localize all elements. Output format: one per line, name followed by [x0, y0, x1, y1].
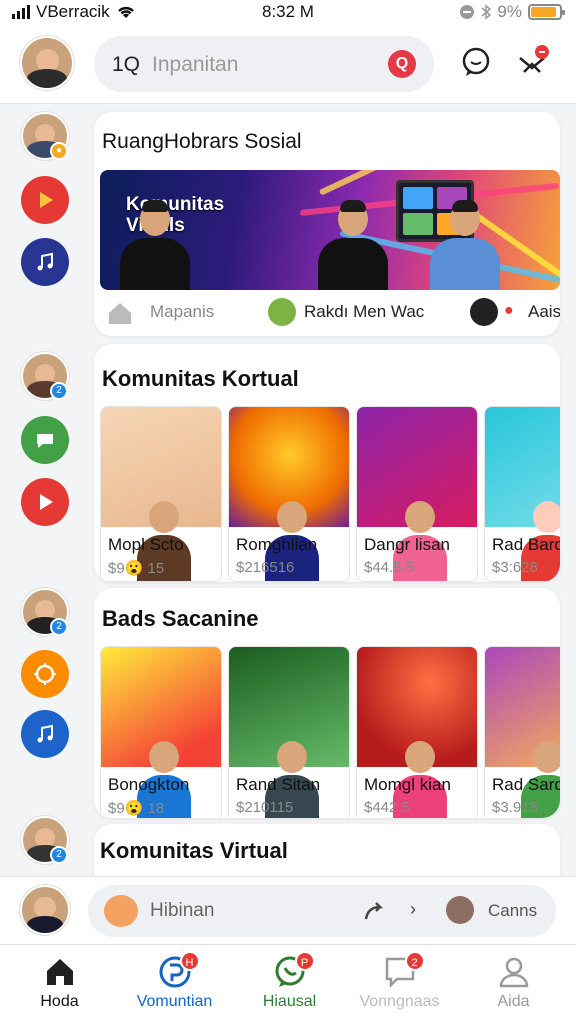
tab-profile[interactable]: Aida	[456, 945, 571, 1024]
bluetooth-icon	[481, 4, 492, 20]
tile-item[interactable]: Romghlian $216516	[228, 406, 350, 582]
tile-item[interactable]: Dangr lisan $44.5.5	[356, 406, 478, 582]
tag-icon: ●	[504, 302, 514, 319]
tab-messages[interactable]: 2 Vonngnaas	[342, 945, 457, 1024]
now-playing-pill[interactable]: Hibinan › Canns	[88, 885, 556, 937]
section-title: RuangHobrars Sosial	[102, 130, 302, 153]
chat-bubble-icon[interactable]	[458, 44, 494, 80]
music-icon[interactable]	[21, 710, 69, 758]
tab-label: Hoda	[40, 993, 79, 1010]
rail-badge-4: 2	[50, 846, 68, 864]
status-bar: VBerracik 8:32 M 9%	[0, 0, 576, 26]
mascot-icon	[104, 895, 138, 927]
community-banner[interactable]: Komunitas Virtuls	[100, 170, 560, 290]
tile-name: Mopl Scto	[108, 535, 184, 554]
section-title: Komunitas Virtual	[100, 838, 288, 863]
bottom-tab-bar: Hoda H Vomuntian P Hiausal 2 Vonngnaas A…	[0, 944, 576, 1024]
tab-chat[interactable]: P Hiausal	[232, 945, 347, 1024]
tab-label: Vonngnaas	[359, 993, 440, 1010]
tile-price: $9😮 15	[108, 560, 165, 577]
video-play-icon[interactable]	[21, 176, 69, 224]
search-input[interactable]: Inpanitan	[152, 53, 238, 77]
rail-badge-1: ●	[50, 142, 68, 160]
mini-bar-avatar[interactable]	[20, 885, 70, 935]
tile-name: Bonogkton	[108, 775, 190, 794]
tile-name: Momgl kian	[364, 775, 451, 794]
tag-label[interactable]: Mapanis	[150, 302, 214, 322]
tile-price: $210115	[236, 799, 294, 816]
section-title: Bads Sacanine	[102, 606, 259, 631]
battery-percent: 9%	[497, 2, 522, 21]
section-title: Komunitas Kortual	[102, 366, 299, 391]
tag-avatar	[268, 298, 296, 326]
tile-row: Bonogkton $9😮 18 Rand Sitan $210115 Momg…	[100, 646, 560, 818]
tile-price: $9😮 18	[108, 800, 165, 817]
section-card-virtual: Komunitas Virtual	[94, 824, 560, 884]
section-card-social: RuangHobrars Sosial Komunitas Virtuls Ma…	[94, 112, 560, 336]
music-note-icon[interactable]	[21, 238, 69, 286]
tab-home[interactable]: Hoda	[2, 945, 117, 1024]
tile-name: Rand Sitan	[236, 775, 321, 794]
tile-item[interactable]: Rand Sitan $210115	[228, 646, 350, 818]
tab-badge: 2	[404, 951, 425, 971]
now-playing-secondary: Canns	[488, 901, 538, 920]
now-playing-label: Hibinan	[150, 900, 215, 921]
tab-badge: P	[294, 951, 315, 971]
tile-name: Rad Sard	[492, 775, 560, 794]
search-bar[interactable]: 1Q Inpanitan Q	[94, 36, 434, 92]
tab-label: Aida	[497, 993, 530, 1010]
rail-badge-2: 2	[50, 382, 68, 400]
tile-name: Romghlian	[236, 535, 318, 554]
tile-price: $3:628	[492, 559, 538, 576]
tile-item[interactable]: Rad Sard $3.918	[484, 646, 560, 818]
home-icon	[109, 303, 131, 324]
tile-price: $3.918	[492, 799, 538, 816]
profile-icon	[499, 957, 528, 988]
tag-avatar	[470, 298, 498, 326]
section-card-kortual: Komunitas Kortual Mopl Scto $9😮 15 Romgh…	[94, 344, 560, 582]
chat-icon[interactable]	[21, 416, 69, 464]
play-icon[interactable]	[21, 478, 69, 526]
top-header: 1Q Inpanitan Q	[0, 26, 576, 104]
tile-row: Mopl Scto $9😮 15 Romghlian $216516 Dangr…	[100, 406, 560, 582]
tile-price: $216516	[236, 559, 295, 576]
do-not-disturb-icon	[460, 5, 475, 19]
tile-item[interactable]: Rad Bard $3:628	[484, 406, 560, 582]
tab-label: Vomuntian	[136, 993, 213, 1010]
tab-label: Hiausal	[262, 993, 317, 1010]
tile-item[interactable]: Mopl Scto $9😮 15	[100, 406, 222, 582]
banner-person-3	[430, 200, 500, 290]
tag-label[interactable]: Aais	[528, 302, 560, 322]
chevron-right-icon[interactable]: ›	[410, 899, 416, 920]
guest-avatar	[446, 896, 474, 924]
compass-icon[interactable]	[21, 650, 69, 698]
search-prefix: 1Q	[112, 53, 141, 76]
tile-price: $442.5	[364, 799, 410, 816]
tab-badge: H	[179, 951, 200, 971]
user-avatar[interactable]	[20, 36, 74, 90]
now-playing-bar: Hibinan › Canns	[0, 876, 576, 944]
banner-person-1	[120, 200, 190, 290]
tile-name: Rad Bard	[492, 535, 560, 554]
rail-badge-3: 2	[50, 618, 68, 636]
tab-community[interactable]: H Vomuntian	[117, 945, 232, 1024]
home-icon	[46, 959, 73, 985]
share-icon[interactable]	[360, 897, 388, 925]
tile-item[interactable]: Bonogkton $9😮 18	[100, 646, 222, 818]
tile-price: $44.5.5	[364, 559, 415, 576]
banner-person-2	[318, 200, 388, 290]
tile-name: Dangr lisan	[364, 535, 450, 554]
banner-tags: Mapanis Rakdı Men Wac ● Aais	[94, 294, 560, 330]
notifications-icon[interactable]	[514, 44, 550, 80]
battery-icon	[528, 4, 565, 20]
section-card-bads: Bads Sacanine Bonogkton $9😮 18 Rand Sita…	[94, 588, 560, 818]
tile-item[interactable]: Momgl kian $442.5	[356, 646, 478, 818]
search-action-icon[interactable]: Q	[388, 50, 416, 78]
tag-label[interactable]: Rakdı Men Wac	[304, 302, 424, 322]
